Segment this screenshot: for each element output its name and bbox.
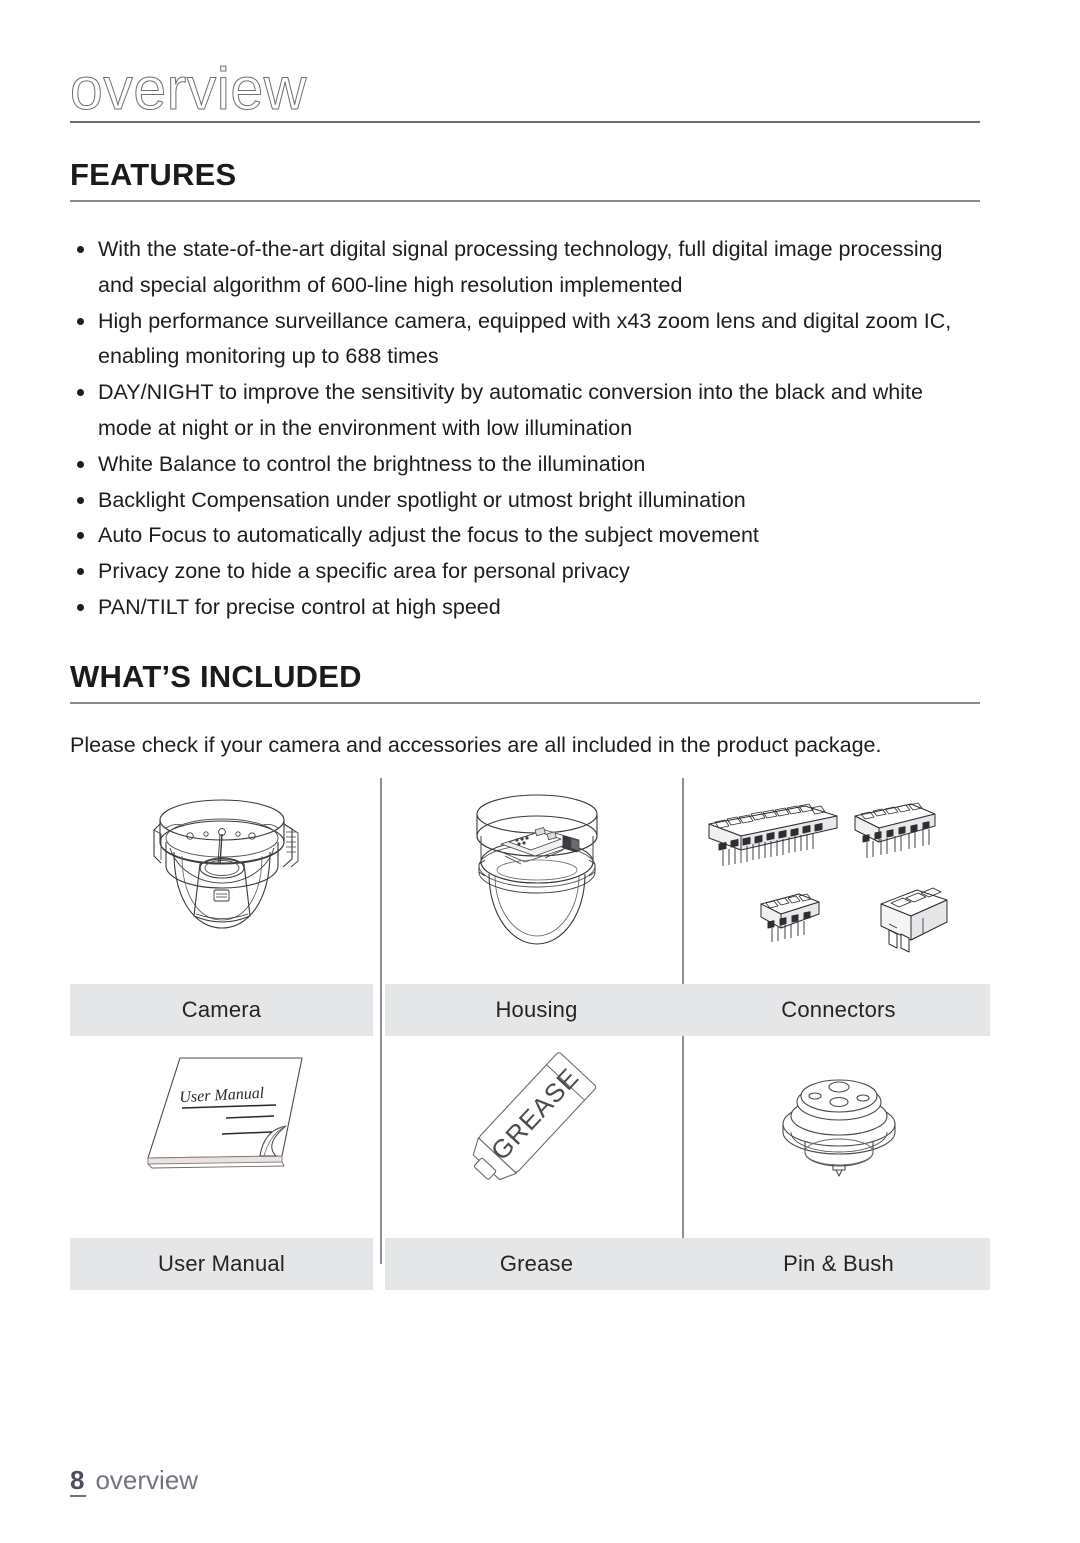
dome-camera-icon: [70, 778, 373, 978]
included-item-housing: Housing: [385, 778, 688, 1036]
whats-included-heading-text: WHAT’S INCLUDED: [70, 659, 362, 694]
included-item-pin-and-bush: Pin & Bush: [687, 1032, 990, 1290]
list-item-text: DAY/NIGHT to improve the sensitivity by …: [98, 380, 923, 440]
list-item-text: White Balance to control the brightness …: [98, 451, 646, 476]
item-caption: Grease: [385, 1238, 688, 1290]
terminal-connectors-icon: [687, 778, 990, 978]
list-item-text: PAN/TILT for precise control at high spe…: [98, 594, 501, 619]
page-footer: 8 overview: [70, 1465, 199, 1497]
item-caption: Camera: [70, 984, 373, 1036]
list-item-text: Auto Focus to automatically adjust the f…: [98, 523, 759, 548]
bullet-icon: [77, 496, 84, 504]
included-item-user-manual: User Manual User Manual: [70, 1032, 373, 1290]
list-item-text: High performance surveillance camera, eq…: [98, 308, 952, 369]
list-item: With the state-of-the-art digital signal…: [70, 232, 975, 304]
camera-housing-icon: [385, 778, 688, 978]
bullet-icon: [77, 532, 84, 540]
running-head-title: overview: [70, 56, 307, 122]
list-item-text: With the state-of-the-art digital signal…: [98, 237, 943, 297]
bullet-icon: [77, 389, 84, 397]
list-item: DAY/NIGHT to improve the sensitivity by …: [70, 375, 975, 447]
grease-tube-icon: GREASE: [385, 1032, 688, 1232]
bullet-icon: [77, 460, 84, 468]
list-item: Backlight Compensation under spotlight o…: [70, 483, 975, 519]
bullet-icon: [77, 568, 84, 576]
footer-label: overview: [95, 1465, 199, 1495]
item-caption: Pin & Bush: [687, 1238, 990, 1290]
features-heading-text: FEATURES: [70, 157, 237, 192]
whats-included-intro: Please check if your camera and accessor…: [70, 733, 882, 757]
user-manual-icon: User Manual: [70, 1032, 373, 1232]
list-item: Privacy zone to hide a specific area for…: [70, 554, 975, 590]
whats-included-section-heading: WHAT’S INCLUDED: [70, 660, 980, 704]
item-caption: Housing: [385, 984, 688, 1036]
running-head: overview: [70, 58, 980, 126]
whats-included-heading-rule: [70, 702, 980, 704]
features-list: With the state-of-the-art digital signal…: [70, 232, 975, 626]
manual-page: overview FEATURES With the state-of-the-…: [0, 0, 1080, 1543]
list-item-text: Privacy zone to hide a specific area for…: [98, 559, 630, 584]
included-item-camera: Camera: [70, 778, 373, 1036]
features-section-heading: FEATURES: [70, 158, 980, 202]
bullet-icon: [77, 603, 84, 611]
bullet-icon: [77, 317, 84, 325]
included-items-grid: Camera Housing Connectors User Manual Us…: [70, 778, 990, 1290]
page-number: 8: [70, 1465, 87, 1497]
grid-divider: [380, 778, 382, 1264]
bullet-icon: [77, 246, 84, 253]
features-heading-rule: [70, 200, 980, 202]
included-item-connectors: Connectors: [687, 778, 990, 1036]
included-item-grease: GREASE Grease: [385, 1032, 688, 1290]
item-caption: Connectors: [687, 984, 990, 1036]
list-item-text: Backlight Compensation under spotlight o…: [98, 487, 746, 512]
pin-and-bush-icon: [687, 1032, 990, 1232]
item-caption: User Manual: [70, 1238, 373, 1290]
list-item: White Balance to control the brightness …: [70, 447, 975, 483]
list-item: PAN/TILT for precise control at high spe…: [70, 590, 975, 626]
running-head-rule: [70, 121, 980, 123]
list-item: Auto Focus to automatically adjust the f…: [70, 518, 975, 554]
list-item: High performance surveillance camera, eq…: [70, 304, 975, 376]
